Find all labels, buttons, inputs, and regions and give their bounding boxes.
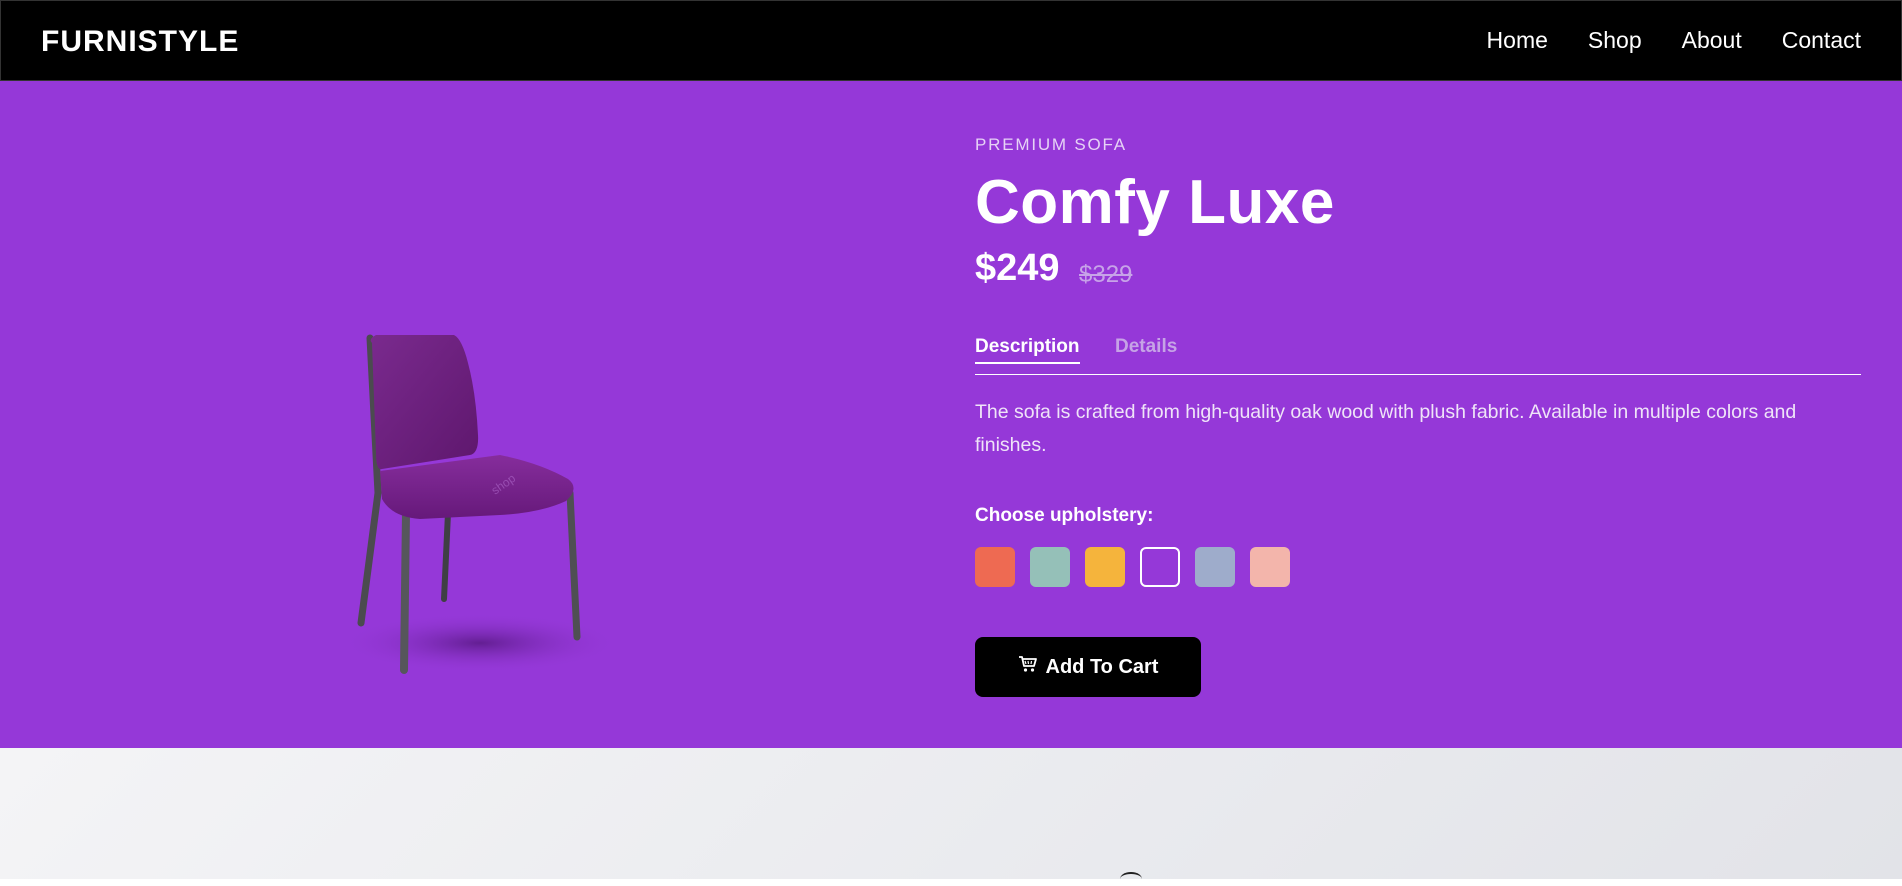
product-old-price: $329 [1079,261,1133,288]
swatch-2[interactable] [1030,547,1070,587]
tab-details[interactable]: Details [1115,336,1177,358]
product-description: The sofa is crafted from high-quality oa… [975,401,1797,456]
section-decoration [1120,872,1142,886]
upholstery-swatches [975,547,1290,587]
add-to-cart-button[interactable]: Add To Cart [975,637,1201,697]
product-image: shop [340,243,640,683]
product-category: PREMIUM SOFA [975,135,1127,154]
product-title: Comfy Luxe [975,168,1335,237]
nav-contact[interactable]: Contact [1782,27,1861,54]
product-price: $249 [975,247,1060,289]
cart-icon [1018,655,1038,679]
nav-home[interactable]: Home [1487,27,1548,54]
swatch-5[interactable] [1195,547,1235,587]
brand-logo[interactable]: FURNISTYLE [41,25,239,59]
chair-illustration: shop [340,334,620,674]
swatch-6[interactable] [1250,547,1290,587]
tab-description[interactable]: Description [975,336,1080,364]
swatch-4[interactable] [1140,547,1180,587]
swatch-1[interactable] [975,547,1015,587]
swatch-3[interactable] [1085,547,1125,587]
nav-shop[interactable]: Shop [1588,27,1642,54]
next-section [0,748,1902,879]
upholstery-label: Choose upholstery: [975,505,1154,526]
product-hero: shop PREMIUM SOFA Comfy Luxe $249 $329 D… [0,81,1902,748]
add-to-cart-label: Add To Cart [1045,655,1159,678]
nav-about[interactable]: About [1682,27,1742,54]
main-nav: Home Shop About Contact [1487,27,1861,54]
tabs-divider [975,374,1861,375]
top-navbar: FURNISTYLE Home Shop About Contact [0,0,1902,81]
